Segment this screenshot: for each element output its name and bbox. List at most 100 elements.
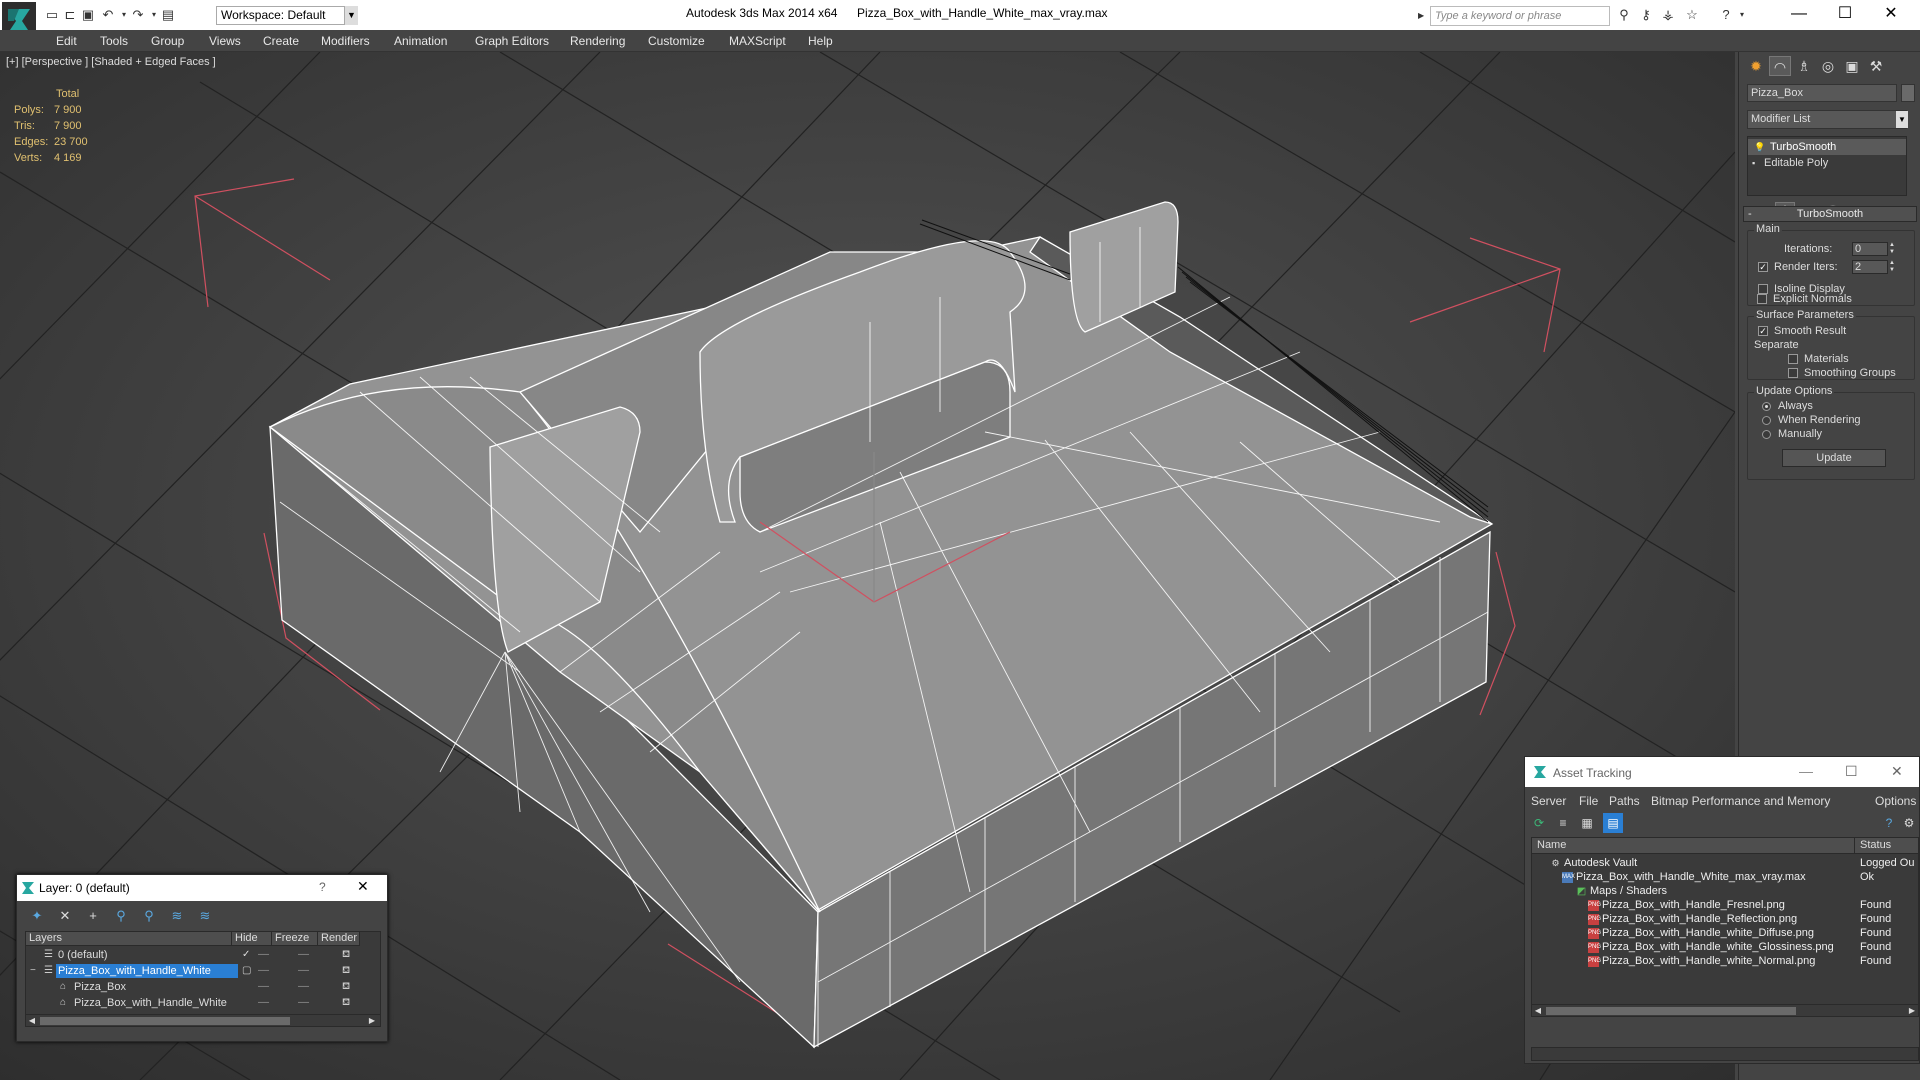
search-input[interactable]: Type a keyword or phrase bbox=[1430, 6, 1610, 26]
menu-modifiers[interactable]: Modifiers bbox=[321, 34, 370, 48]
stack-item-turbosmooth[interactable]: 💡 TurboSmooth bbox=[1748, 139, 1906, 155]
object-name-field[interactable]: Pizza_Box bbox=[1747, 84, 1897, 102]
scroll-left-icon[interactable]: ◀ bbox=[1532, 1005, 1544, 1016]
menu-customize[interactable]: Customize bbox=[648, 34, 705, 48]
teapot-icon[interactable]: ⛾ bbox=[342, 963, 350, 979]
undo-icon[interactable]: ↶ bbox=[100, 7, 116, 23]
utilities-tab-icon[interactable]: ⚒ bbox=[1865, 56, 1887, 76]
column-hide[interactable]: Hide bbox=[232, 932, 272, 946]
subscription-icon[interactable]: ⚷ bbox=[1638, 7, 1654, 23]
help-icon[interactable]: ? bbox=[319, 880, 326, 894]
freeze-toggle[interactable]: ‒‒ bbox=[298, 995, 309, 1011]
render-iters-spinner[interactable]: 2 bbox=[1852, 260, 1888, 274]
spinner-arrows-icon[interactable]: ▲ ▼ bbox=[1888, 242, 1896, 256]
redo-icon[interactable]: ↷ bbox=[130, 7, 146, 23]
menu-file[interactable]: File bbox=[1579, 794, 1598, 808]
settings-icon[interactable]: ⚙ bbox=[1899, 813, 1919, 833]
menu-create[interactable]: Create bbox=[263, 34, 299, 48]
select-objects-icon[interactable]: ⚲ bbox=[111, 907, 131, 925]
asset-row[interactable]: PNG Pizza_Box_with_Handle_white_Normal.p… bbox=[1532, 953, 1918, 970]
display-tab-icon[interactable]: ▣ bbox=[1841, 56, 1863, 76]
hide-toggle[interactable]: ‒‒ bbox=[258, 963, 269, 979]
current-layer-box-icon[interactable]: ▢ bbox=[242, 963, 251, 979]
menu-rendering[interactable]: Rendering bbox=[570, 34, 625, 48]
delete-layer-icon[interactable]: ✕ bbox=[55, 907, 75, 925]
hide-toggle[interactable]: ‒‒ bbox=[258, 979, 269, 995]
search-expand-icon[interactable]: ▶ bbox=[1418, 7, 1428, 25]
when-rendering-radio[interactable] bbox=[1762, 416, 1771, 425]
materials-checkbox[interactable] bbox=[1788, 354, 1798, 364]
motion-tab-icon[interactable]: ◎ bbox=[1817, 56, 1839, 76]
modify-tab-icon[interactable]: ◠ bbox=[1769, 56, 1791, 76]
highlight-layer-icon[interactable]: ⚲ bbox=[139, 907, 159, 925]
update-button[interactable]: Update bbox=[1782, 449, 1886, 467]
horizontal-scrollbar[interactable]: ◀ ▶ bbox=[26, 1014, 380, 1026]
column-status[interactable]: Status bbox=[1855, 838, 1918, 854]
layer-row[interactable]: ⌂ Pizza_Box ‒‒ ‒‒ ⛾ bbox=[26, 979, 380, 995]
render-iters-checkbox[interactable]: ✓ bbox=[1758, 262, 1768, 272]
open-folder-icon[interactable]: ⊏ bbox=[62, 7, 78, 23]
viewport-label[interactable]: [+] [Perspective ] [Shaded + Edged Faces… bbox=[6, 56, 216, 68]
menu-edit[interactable]: Edit bbox=[56, 34, 77, 48]
freeze-toggle[interactable]: ‒‒ bbox=[298, 963, 309, 979]
create-layer-icon[interactable]: ✦ bbox=[27, 907, 47, 925]
scrollbar-thumb[interactable] bbox=[1546, 1007, 1796, 1015]
turbosmooth-rollout-header[interactable]: - TurboSmooth bbox=[1743, 206, 1917, 222]
hide-toggle[interactable]: ‒‒ bbox=[258, 947, 269, 963]
menu-options[interactable]: Options bbox=[1875, 794, 1916, 808]
hide-all-icon[interactable]: ≋ bbox=[167, 907, 187, 925]
favorites-star-icon[interactable]: ☆ bbox=[1684, 7, 1700, 23]
menu-paths[interactable]: Paths bbox=[1609, 794, 1640, 808]
modifier-list-dropdown[interactable]: Modifier List ▼ bbox=[1747, 110, 1908, 129]
freeze-toggle[interactable]: ‒‒ bbox=[298, 947, 309, 963]
close-icon[interactable]: ✕ bbox=[357, 878, 369, 895]
iterations-spinner[interactable]: 0 bbox=[1852, 242, 1888, 256]
column-freeze[interactable]: Freeze bbox=[272, 932, 318, 946]
layer-window-titlebar[interactable]: Layer: 0 (default) ? ✕ bbox=[17, 875, 387, 901]
always-radio[interactable] bbox=[1762, 402, 1771, 411]
help-icon[interactable]: ? bbox=[1879, 813, 1899, 833]
column-render[interactable]: Render bbox=[318, 932, 360, 946]
create-tab-icon[interactable]: ✹ bbox=[1745, 56, 1767, 76]
menu-graph-editors[interactable]: Graph Editors bbox=[475, 34, 549, 48]
teapot-icon[interactable]: ⛾ bbox=[342, 979, 350, 995]
lightbulb-icon[interactable]: 💡 bbox=[1754, 142, 1765, 152]
scrollbar-thumb[interactable] bbox=[40, 1017, 290, 1025]
layer-row[interactable]: ☰ 0 (default) ✓ ‒‒ ‒‒ ⛾ bbox=[26, 947, 380, 963]
horizontal-scrollbar[interactable]: ◀ ▶ bbox=[1532, 1004, 1918, 1016]
table-view-icon[interactable]: ▦ bbox=[1577, 813, 1597, 833]
freeze-toggle[interactable]: ‒‒ bbox=[298, 979, 309, 995]
asset-window-titlebar[interactable]: Asset Tracking — ☐ ✕ bbox=[1525, 757, 1919, 787]
workspace-dropdown[interactable]: Workspace: Default bbox=[216, 6, 358, 25]
object-color-swatch[interactable] bbox=[1901, 84, 1915, 102]
scroll-right-icon[interactable]: ▶ bbox=[366, 1015, 378, 1027]
column-layers[interactable]: Layers bbox=[26, 932, 232, 946]
checkmark-icon[interactable]: ✓ bbox=[242, 947, 250, 963]
expand-icon[interactable]: ▪ bbox=[1752, 158, 1762, 168]
menu-bitmap-performance[interactable]: Bitmap Performance and Memory bbox=[1651, 794, 1830, 808]
list-view-icon[interactable]: ≡ bbox=[1553, 813, 1573, 833]
explicit-normals-checkbox[interactable] bbox=[1757, 294, 1767, 304]
hide-toggle[interactable]: ‒‒ bbox=[258, 995, 269, 1011]
spinner-arrows-icon[interactable]: ▲ ▼ bbox=[1888, 260, 1896, 274]
scroll-left-icon[interactable]: ◀ bbox=[26, 1015, 38, 1027]
isoline-display-checkbox[interactable] bbox=[1758, 284, 1768, 294]
save-icon[interactable]: ▣ bbox=[80, 7, 96, 23]
smoothing-groups-checkbox[interactable] bbox=[1788, 368, 1798, 378]
menu-tools[interactable]: Tools bbox=[100, 34, 128, 48]
minimize-button[interactable]: — bbox=[1776, 0, 1822, 30]
menu-server[interactable]: Server bbox=[1531, 794, 1566, 808]
minimize-button[interactable]: — bbox=[1799, 763, 1813, 779]
help-dropdown-icon[interactable]: ▾ bbox=[1734, 7, 1750, 23]
binoculars-icon[interactable]: ⚲ bbox=[1616, 7, 1632, 23]
grid-view-icon[interactable]: ▤ bbox=[1603, 813, 1623, 833]
teapot-icon[interactable]: ⛾ bbox=[342, 947, 350, 963]
collapse-icon[interactable]: − bbox=[30, 963, 36, 979]
layer-row[interactable]: − ☰ Pizza_Box_with_Handle_White ▢ ‒‒ ‒‒ … bbox=[26, 963, 380, 979]
new-file-icon[interactable]: ▭ bbox=[44, 7, 60, 23]
menu-animation[interactable]: Animation bbox=[394, 34, 447, 48]
refresh-icon[interactable]: ⟳ bbox=[1529, 813, 1549, 833]
maximize-button[interactable]: ☐ bbox=[1822, 0, 1868, 30]
column-name[interactable]: Name bbox=[1532, 838, 1855, 854]
manually-radio[interactable] bbox=[1762, 430, 1771, 439]
